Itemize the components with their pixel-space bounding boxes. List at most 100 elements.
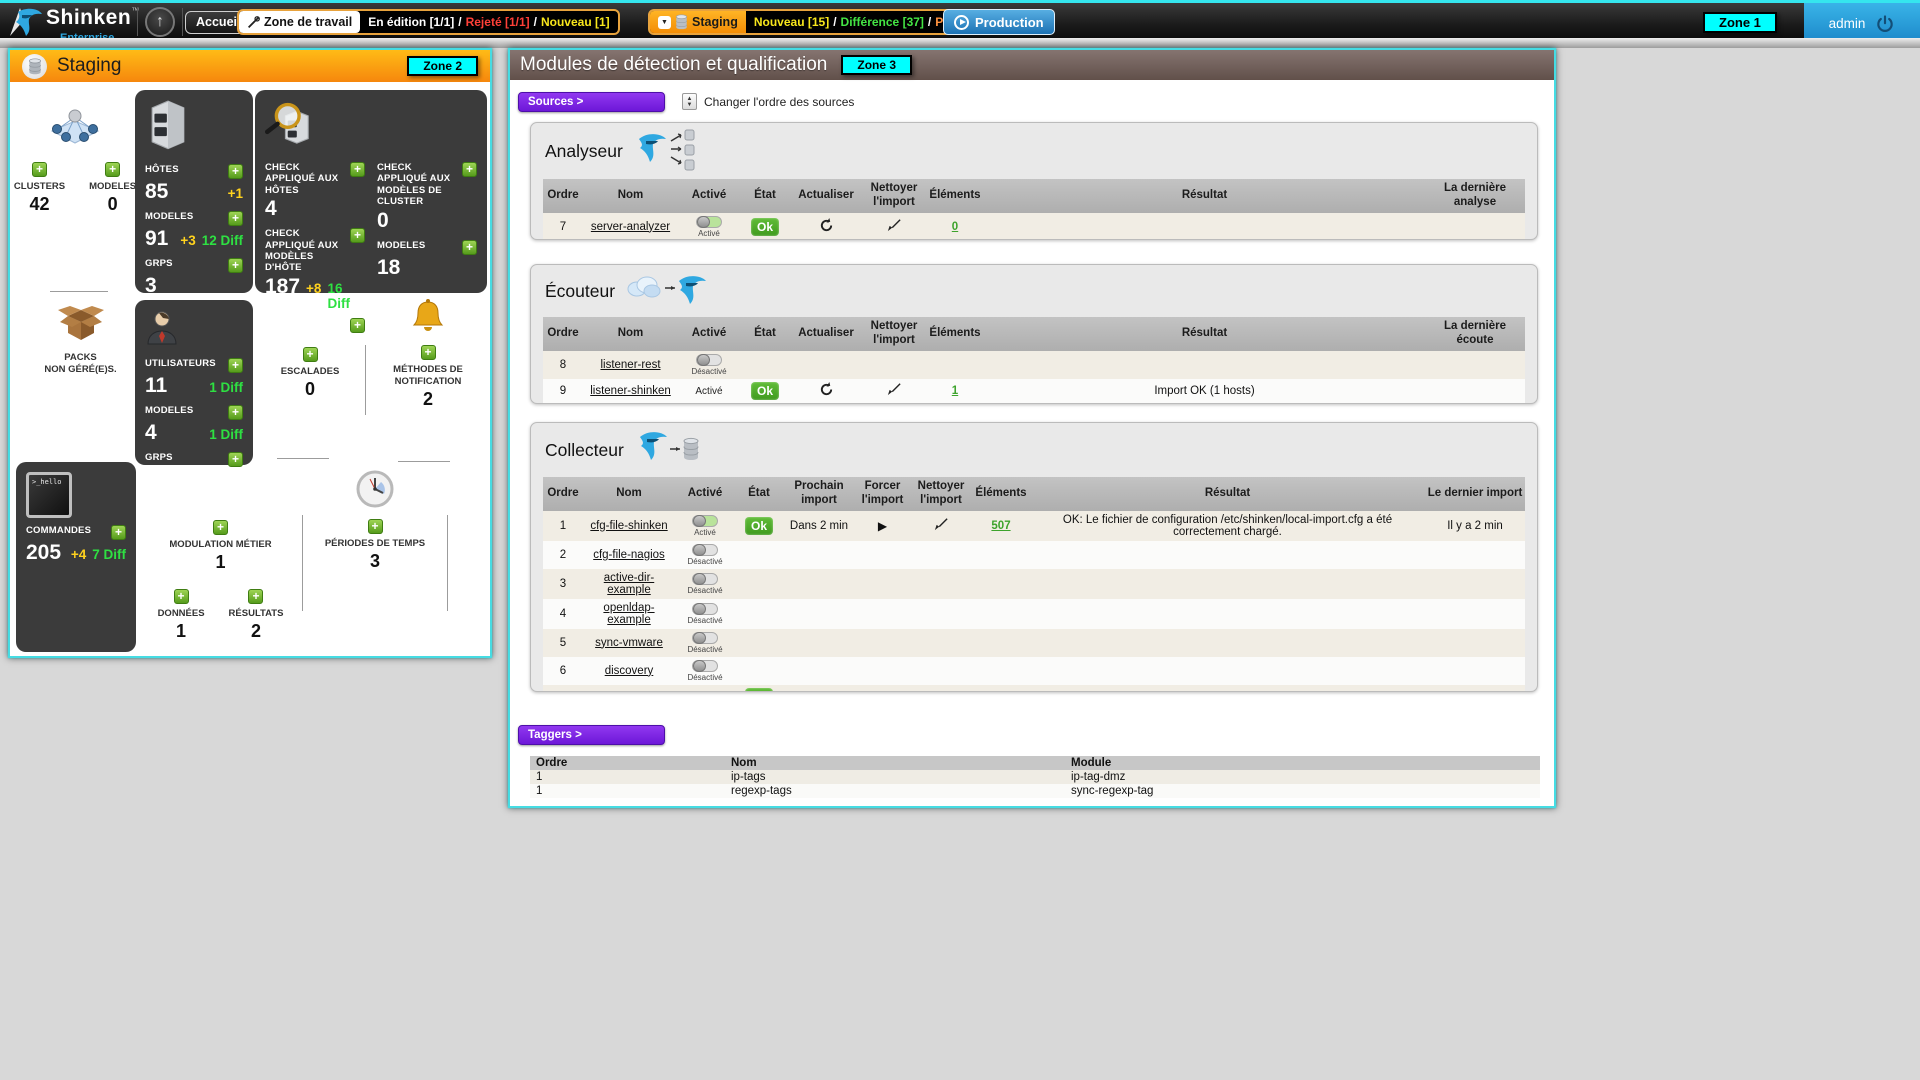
workzone-button[interactable]: Zone de travail — [239, 11, 360, 33]
refresh-icon[interactable] — [819, 218, 834, 233]
source-link[interactable]: syncui — [613, 691, 646, 692]
packs-cell: PACKS NON GÉRÉ(E)S. — [28, 300, 133, 376]
active-toggle[interactable] — [692, 544, 718, 556]
elements-link[interactable]: 1 — [952, 385, 958, 397]
clean-import-icon[interactable] — [933, 517, 949, 531]
results-label: RÉSULTATS — [229, 608, 284, 620]
elements-link[interactable]: 507 — [991, 520, 1010, 532]
hosts-card: HÔTES+ 85+1 MODELES+ 91+312 Diff GRPS+ 3 — [135, 90, 253, 293]
cell-ordre: 1 — [530, 770, 725, 784]
zone-3-button[interactable]: Zone 3 — [841, 55, 912, 75]
analyseur-table: Ordre Nom Activé État Actualiser Nettoye… — [543, 179, 1525, 240]
add-user-model-button[interactable]: + — [228, 405, 243, 420]
col-nom: Nom — [583, 477, 675, 511]
taggers-button[interactable]: Taggers > — [518, 725, 665, 745]
add-check-host-button[interactable]: + — [350, 162, 365, 177]
col-last: La dernière analyse — [1425, 179, 1525, 213]
add-notification-method-button[interactable]: + — [421, 345, 436, 360]
add-check-model-button[interactable]: + — [462, 240, 477, 255]
active-toggle[interactable] — [692, 632, 718, 644]
commands-card: >_hello COMMANDES+ 205+47 Diff — [16, 462, 136, 652]
chevron-down-icon[interactable]: ▼ — [658, 16, 671, 29]
staging-panel: Staging Zone 2 + CLUSTERS 42 + M — [8, 48, 492, 658]
add-command-button[interactable]: + — [111, 525, 126, 540]
active-toggle[interactable] — [692, 515, 718, 527]
zone-1-button[interactable]: Zone 1 — [1703, 12, 1777, 33]
source-link[interactable]: listener-shinken — [590, 385, 671, 397]
sort-arrows-icon[interactable]: ▲▼ — [682, 93, 697, 110]
add-escalade-button[interactable]: + — [303, 347, 318, 362]
add-user-button[interactable]: + — [228, 358, 243, 373]
reorder-sources-control[interactable]: ▲▼ Changer l'ordre des sources — [682, 93, 854, 110]
clean-import-icon[interactable] — [886, 218, 902, 232]
col-resultat: Résultat — [1030, 477, 1425, 511]
add-user-group-button[interactable]: + — [228, 452, 243, 467]
active-state-label: Désactivé — [679, 645, 731, 654]
force-import-icon[interactable]: ▶ — [878, 519, 887, 533]
packs-label-line1: PACKS — [64, 352, 97, 363]
source-link[interactable]: server-analyzer — [591, 221, 670, 233]
zone-2-button[interactable]: Zone 2 — [407, 56, 478, 76]
add-host-model-button[interactable]: + — [228, 211, 243, 226]
active-toggle[interactable] — [696, 216, 722, 228]
notification-methods-label: MÉTHODES DE NOTIFICATION — [378, 364, 478, 388]
add-business-modulation-button[interactable]: + — [213, 520, 228, 535]
add-check-cluster-model-button[interactable]: + — [462, 162, 477, 177]
user-groups-value: 6 — [145, 468, 157, 492]
workzone-new-count: Nouveau [1] — [539, 15, 612, 29]
source-link[interactable]: listener-rest — [600, 359, 660, 371]
source-link[interactable]: cfg-file-shinken — [590, 520, 667, 532]
commands-value: 205 — [26, 541, 61, 565]
separator-text: / — [926, 15, 933, 29]
add-cluster-model-button[interactable]: + — [105, 162, 120, 177]
workzone-rejected-count: Rejeté [1/1] — [464, 15, 532, 29]
clusters-label: CLUSTERS — [14, 181, 65, 193]
username: admin — [1829, 16, 1866, 31]
commands-label: COMMANDES — [26, 525, 111, 536]
add-check-host-model-button[interactable]: + — [350, 228, 365, 243]
add-host-button[interactable]: + — [228, 164, 243, 179]
source-link[interactable]: openldap-example — [603, 602, 654, 626]
separator — [182, 8, 183, 36]
next-import-text: Dans 2 min — [783, 511, 855, 541]
refresh-icon[interactable] — [819, 382, 834, 397]
source-link[interactable]: cfg-file-nagios — [593, 549, 665, 561]
shinken-ninja-icon — [8, 6, 46, 38]
source-link[interactable]: sync-vmware — [595, 637, 663, 649]
divider — [277, 458, 329, 459]
active-toggle[interactable] — [696, 354, 722, 366]
workzone-group[interactable]: Zone de travail En édition [1/1] / Rejet… — [237, 9, 620, 35]
col-active: Activé — [678, 317, 740, 351]
cell-ordre: 6 — [543, 657, 583, 685]
source-link[interactable]: discovery — [605, 665, 654, 677]
col-etat: État — [735, 477, 783, 511]
add-host-group-button[interactable]: + — [228, 258, 243, 273]
active-toggle[interactable] — [692, 573, 718, 585]
add-result-button[interactable]: + — [248, 589, 263, 604]
active-toggle[interactable] — [692, 660, 718, 672]
cell-ordre: 1 — [530, 784, 725, 798]
col-elements: Éléments — [926, 179, 984, 213]
analyseur-title-row: Analyseur — [531, 123, 1537, 177]
add-data-button[interactable]: + — [174, 589, 189, 604]
taggers-table: Ordre Nom Module 1 ip-tags ip-tag-dmz 1 … — [530, 756, 1540, 798]
production-button[interactable]: Production — [943, 9, 1055, 35]
active-toggle[interactable] — [692, 603, 718, 615]
add-timeperiod-button[interactable]: + — [368, 519, 383, 534]
elements-link[interactable]: 0 — [952, 221, 958, 233]
staging-menu-button[interactable]: ▼ Staging — [650, 11, 746, 33]
col-elements: Éléments — [926, 317, 984, 351]
elements-link[interactable]: 666 — [991, 691, 1010, 692]
col-active: Activé — [678, 179, 740, 213]
clean-import-icon[interactable] — [886, 382, 902, 396]
source-link[interactable]: active-dir-example — [604, 572, 654, 596]
add-check-cluster-button[interactable]: + — [350, 318, 365, 333]
ecouteur-title-row: Écouteur — [531, 265, 1537, 315]
cell-ordre: 4 — [543, 599, 583, 629]
top-bar: Shinken™ Enterprise ↑ Accueil Zone de tr… — [0, 0, 1920, 38]
add-cluster-button[interactable]: + — [32, 162, 47, 177]
power-icon[interactable] — [1875, 14, 1895, 34]
packs-label-line2: NON GÉRÉ(E)S. — [44, 364, 116, 375]
sources-button[interactable]: Sources > — [518, 92, 665, 112]
scroll-top-button[interactable]: ↑ — [145, 7, 175, 37]
